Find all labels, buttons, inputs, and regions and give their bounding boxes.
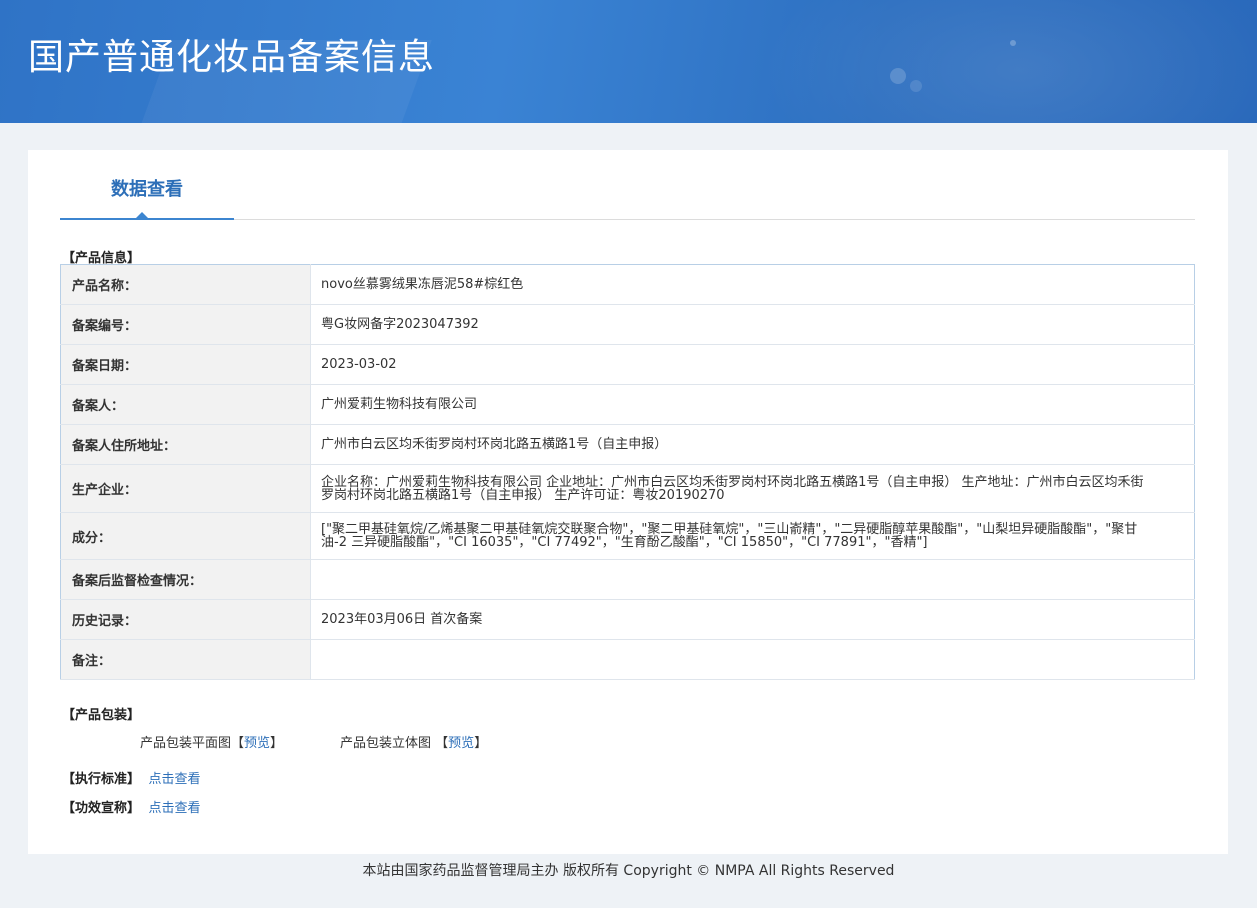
row-key: 备案后监督检查情况： bbox=[60, 559, 311, 600]
row-key: 备注： bbox=[60, 639, 311, 680]
row-key: 备案人住所地址： bbox=[60, 424, 311, 465]
filing-number-value: 粤G妆网备字2023047392 bbox=[321, 317, 479, 332]
bracket: 【 bbox=[231, 736, 245, 751]
row-key: 成分： bbox=[60, 512, 311, 560]
row-value: 广州爱莉生物科技有限公司 bbox=[310, 384, 1195, 425]
footer-copyright: 本站由国家药品监督管理局主办 版权所有 Copyright © NMPA All… bbox=[362, 863, 895, 879]
efficacy-view-link[interactable]: 点击查看 bbox=[149, 801, 201, 816]
row-value bbox=[310, 639, 1195, 680]
section-label-standard: 【执行标准】 bbox=[62, 772, 141, 787]
row-key: 备案日期： bbox=[60, 344, 311, 385]
standard-view-link[interactable]: 点击查看 bbox=[149, 772, 201, 787]
manufacturer-value: 企业名称：广州爱莉生物科技有限公司 企业地址：广州市白云区均禾街罗岗村环岗北路五… bbox=[321, 474, 1144, 503]
section-label-packaging: 【产品包装】 bbox=[62, 708, 141, 723]
table-row: 产品名称： novo丝慕雾绒果冻唇泥58#棕红色 bbox=[60, 264, 1195, 305]
table-row: 备注： bbox=[60, 639, 1195, 680]
row-key: 备案编号： bbox=[60, 304, 311, 345]
table-row: 成分： ["聚二甲基硅氧烷/乙烯基聚二甲基硅氧烷交联聚合物"，"聚二甲基硅氧烷"… bbox=[60, 512, 1195, 560]
row-value: 企业名称：广州爱莉生物科技有限公司 企业地址：广州市白云区均禾街罗岗村环岗北路五… bbox=[310, 464, 1195, 513]
row-key: 备案人： bbox=[60, 384, 311, 425]
packaging-links: 产品包装平面图【预览】 产品包装立体图 【预览】 bbox=[140, 732, 487, 751]
product-info-table: 产品名称： novo丝慕雾绒果冻唇泥58#棕红色 备案编号： 粤G妆网备字202… bbox=[60, 264, 1195, 680]
row-value: 2023年03月06日 首次备案 bbox=[310, 599, 1195, 640]
tab-data-view[interactable]: 数据查看 bbox=[60, 178, 234, 220]
header-decoration-dot bbox=[1010, 40, 1016, 46]
packaging-solid-label: 产品包装立体图 bbox=[340, 736, 432, 751]
packaging-flat-item: 产品包装平面图【预览】 bbox=[140, 732, 340, 751]
table-row: 备案人住所地址： 广州市白云区均禾街罗岗村环岗北路五横路1号（自主申报） bbox=[60, 424, 1195, 465]
header-decoration-dot bbox=[910, 80, 922, 92]
product-name-value: novo丝慕雾绒果冻唇泥58#棕红色 bbox=[321, 277, 524, 292]
table-row: 生产企业： 企业名称：广州爱莉生物科技有限公司 企业地址：广州市白云区均禾街罗岗… bbox=[60, 464, 1195, 513]
efficacy-row: 【功效宣称】 点击查看 bbox=[62, 797, 201, 816]
row-value bbox=[310, 559, 1195, 600]
packaging-solid-item: 产品包装立体图 【预览】 bbox=[340, 732, 487, 751]
section-label-efficacy: 【功效宣称】 bbox=[62, 801, 141, 816]
row-value: 2023-03-02 bbox=[310, 344, 1195, 385]
table-row: 历史记录： 2023年03月06日 首次备案 bbox=[60, 599, 1195, 640]
header-decoration bbox=[760, 0, 1257, 123]
ingredients-value: ["聚二甲基硅氧烷/乙烯基聚二甲基硅氧烷交联聚合物"，"聚二甲基硅氧烷"，"三山… bbox=[321, 522, 1138, 550]
tab-bar: 数据查看 bbox=[60, 178, 1195, 220]
row-key: 生产企业： bbox=[60, 464, 311, 513]
filer-value: 广州爱莉生物科技有限公司 bbox=[321, 397, 478, 412]
bracket: 】 bbox=[474, 736, 488, 751]
content-panel: 数据查看 【产品信息】 产品名称： novo丝慕雾绒果冻唇泥58#棕红色 备案编… bbox=[28, 150, 1228, 854]
table-row: 备案人： 广州爱莉生物科技有限公司 bbox=[60, 384, 1195, 425]
history-value: 2023年03月06日 首次备案 bbox=[321, 612, 483, 627]
row-key: 历史记录： bbox=[60, 599, 311, 640]
filing-date-value: 2023-03-02 bbox=[321, 357, 397, 372]
preview-solid-link[interactable]: 预览 bbox=[448, 736, 474, 751]
preview-flat-link[interactable]: 预览 bbox=[244, 736, 270, 751]
row-value: ["聚二甲基硅氧烷/乙烯基聚二甲基硅氧烷交联聚合物"，"聚二甲基硅氧烷"，"三山… bbox=[310, 512, 1195, 560]
table-row: 备案日期： 2023-03-02 bbox=[60, 344, 1195, 385]
header-decoration-dot bbox=[890, 68, 906, 84]
standard-row: 【执行标准】 点击查看 bbox=[62, 768, 201, 787]
bracket: 】 bbox=[270, 736, 284, 751]
tab-active-caret-icon bbox=[136, 212, 148, 218]
page-header: 国产普通化妆品备案信息 bbox=[0, 0, 1257, 123]
packaging-flat-label: 产品包装平面图 bbox=[140, 736, 232, 751]
table-row: 备案编号： 粤G妆网备字2023047392 bbox=[60, 304, 1195, 345]
row-value: 广州市白云区均禾街罗岗村环岗北路五横路1号（自主申报） bbox=[310, 424, 1195, 465]
tab-label: 数据查看 bbox=[111, 179, 183, 200]
table-row: 备案后监督检查情况： bbox=[60, 559, 1195, 600]
row-key: 产品名称： bbox=[60, 264, 311, 305]
site-title: 国产普通化妆品备案信息 bbox=[28, 37, 436, 78]
row-value: 粤G妆网备字2023047392 bbox=[310, 304, 1195, 345]
filer-address-value: 广州市白云区均禾街罗岗村环岗北路五横路1号（自主申报） bbox=[321, 437, 668, 452]
bracket: 【 bbox=[435, 736, 449, 751]
row-value: novo丝慕雾绒果冻唇泥58#棕红色 bbox=[310, 264, 1195, 305]
